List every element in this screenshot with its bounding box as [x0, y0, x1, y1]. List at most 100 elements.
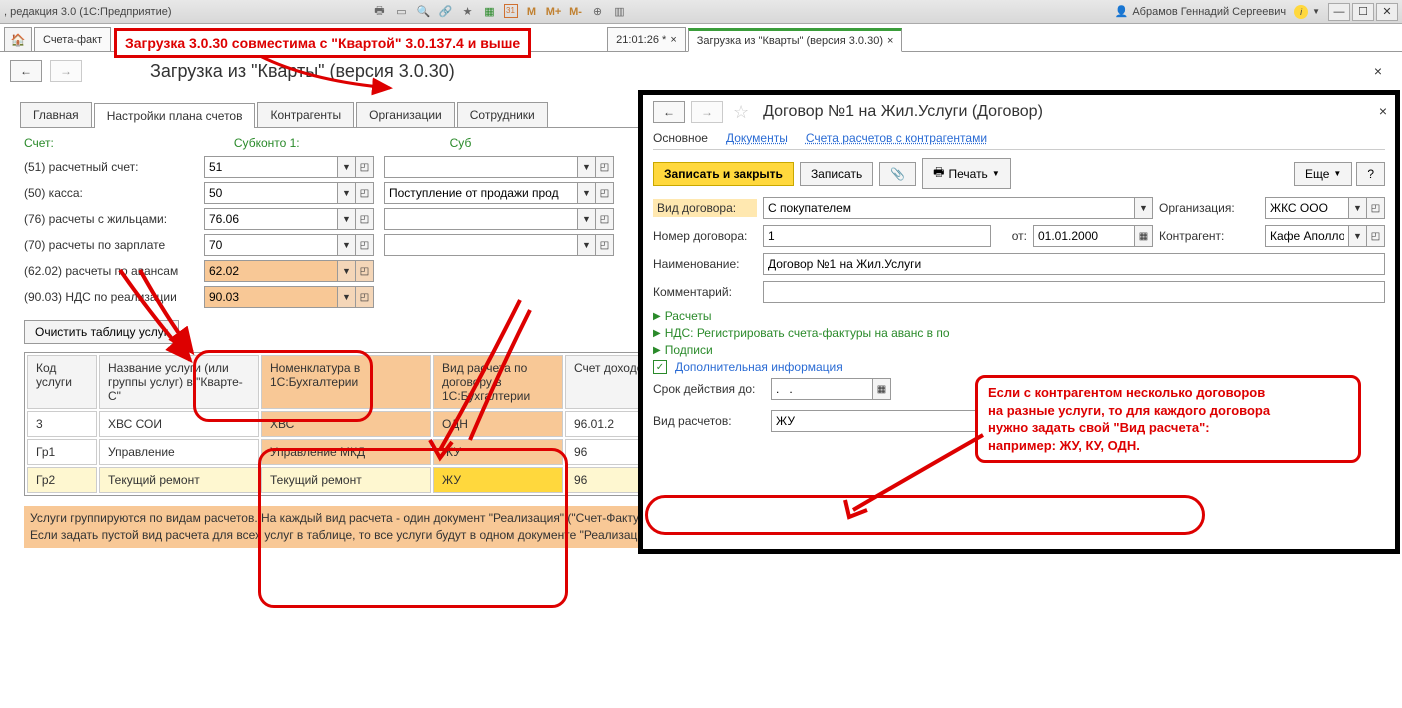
link-signatures[interactable]: ▶Подписи — [653, 343, 1385, 357]
field-70[interactable]: ▼◰ — [204, 234, 374, 256]
calendar-icon[interactable]: ▦ — [482, 4, 498, 20]
open-icon[interactable]: ◰ — [356, 286, 374, 308]
print-button[interactable]: 🖶Печать ▼ — [922, 158, 1011, 189]
doc-icon[interactable]: ▭ — [394, 4, 410, 20]
field-comm[interactable] — [763, 281, 1385, 303]
chevron-down-icon[interactable]: ▼ — [1135, 197, 1153, 219]
open-icon[interactable]: ◰ — [356, 156, 374, 178]
close-icon[interactable]: × — [887, 35, 893, 47]
dlg-tab-accounts[interactable]: Счета расчетов с контрагентами — [806, 131, 987, 145]
calendar-icon[interactable]: ▦ — [1135, 225, 1153, 247]
user-area[interactable]: 👤 Абрамов Геннадий Сергеевич i ▼ — [1115, 5, 1320, 19]
save-button[interactable]: Записать — [800, 162, 873, 186]
open-icon[interactable]: ◰ — [1367, 225, 1385, 247]
tab-contragents[interactable]: Контрагенты — [257, 102, 354, 127]
open-icon[interactable]: ◰ — [596, 182, 614, 204]
help-button[interactable]: ? — [1356, 162, 1385, 186]
chevron-down-icon[interactable]: ▼ — [338, 234, 356, 256]
link-icon[interactable]: 🔗 — [438, 4, 454, 20]
tab-invoices[interactable]: Счета-факт — [34, 27, 111, 51]
dialog-close-icon[interactable]: × — [1379, 103, 1387, 119]
chevron-down-icon[interactable]: ▼ — [338, 156, 356, 178]
annotation-highlight-vidr — [645, 495, 1205, 535]
field-org[interactable]: ▼◰ — [1265, 197, 1385, 219]
dlg-tab-docs[interactable]: Документы — [726, 131, 788, 145]
open-icon[interactable]: ◰ — [596, 156, 614, 178]
open-icon[interactable]: ◰ — [596, 208, 614, 230]
date-icon[interactable]: 31 — [504, 4, 518, 18]
field-51-sub1[interactable]: ▼◰ — [384, 156, 614, 178]
tab-time[interactable]: 21:01:26 *× — [607, 27, 686, 51]
info-icon[interactable]: i — [1294, 5, 1308, 19]
dropdown-icon[interactable]: ▼ — [1312, 7, 1320, 16]
back-button[interactable]: ← — [653, 101, 685, 123]
chevron-down-icon[interactable]: ▼ — [1349, 197, 1367, 219]
chevron-down-icon[interactable]: ▼ — [578, 182, 596, 204]
link-extra[interactable]: ✓Дополнительная информация — [653, 360, 1385, 374]
zoom-icon[interactable]: ⊕ — [590, 4, 606, 20]
field-76[interactable]: ▼◰ — [204, 208, 374, 230]
calendar-icon[interactable]: ▦ — [873, 378, 891, 400]
link-nds[interactable]: ▶НДС: Регистрировать счета-фактуры на ав… — [653, 326, 1385, 340]
page-close-icon[interactable]: × — [1374, 63, 1382, 79]
panel-icon[interactable]: ▥ — [612, 4, 628, 20]
chevron-down-icon[interactable]: ▼ — [578, 234, 596, 256]
forward-button[interactable]: → — [691, 101, 723, 123]
search-icon[interactable]: 🔍 — [416, 4, 432, 20]
field-srok[interactable]: ▦ — [771, 378, 891, 400]
m-minus-button[interactable]: M- — [568, 4, 584, 20]
clear-table-button[interactable]: Очистить таблицу услуг — [24, 320, 179, 344]
field-51[interactable]: ▼◰ — [204, 156, 374, 178]
open-icon[interactable]: ◰ — [356, 234, 374, 256]
field-50[interactable]: ▼◰ — [204, 182, 374, 204]
chevron-down-icon[interactable]: ▼ — [578, 156, 596, 178]
chevron-down-icon[interactable]: ▼ — [338, 286, 356, 308]
chevron-down-icon[interactable]: ▼ — [338, 260, 356, 282]
tab-employees[interactable]: Сотрудники — [457, 102, 548, 127]
forward-button[interactable]: → — [50, 60, 82, 82]
label-ctr: Контрагент: — [1159, 229, 1259, 243]
minimize-button[interactable]: — — [1328, 3, 1350, 21]
maximize-button[interactable]: ☐ — [1352, 3, 1374, 21]
more-button[interactable]: Еще ▼ — [1294, 162, 1352, 186]
field-76-sub1[interactable]: ▼◰ — [384, 208, 614, 230]
dlg-tab-main[interactable]: Основное — [653, 131, 708, 145]
back-button[interactable]: ← — [10, 60, 42, 82]
open-icon[interactable]: ◰ — [356, 208, 374, 230]
field-90[interactable]: ▼◰ — [204, 286, 374, 308]
annotation-version: Загрузка 3.0.30 совместима с "Квартой" 3… — [114, 28, 531, 58]
print-icon[interactable]: 🖶 — [372, 4, 388, 20]
field-name[interactable] — [763, 253, 1385, 275]
star-icon[interactable]: ★ — [460, 4, 476, 20]
field-70-sub1[interactable]: ▼◰ — [384, 234, 614, 256]
open-icon[interactable]: ◰ — [356, 260, 374, 282]
tab-kvarta[interactable]: Загрузка из "Кварты" (версия 3.0.30)× — [688, 28, 903, 52]
link-raschety[interactable]: ▶Расчеты — [653, 309, 1385, 323]
close-icon[interactable]: × — [670, 34, 676, 46]
chevron-down-icon[interactable]: ▼ — [338, 208, 356, 230]
m-plus-button[interactable]: M+ — [546, 4, 562, 20]
tab-orgs[interactable]: Организации — [356, 102, 455, 127]
chevron-down-icon[interactable]: ▼ — [338, 182, 356, 204]
field-62[interactable]: ▼◰ — [204, 260, 374, 282]
m-button[interactable]: M — [524, 4, 540, 20]
field-50-sub1[interactable]: ▼◰ — [384, 182, 614, 204]
home-button[interactable]: 🏠 — [4, 27, 32, 51]
star-icon[interactable]: ☆ — [733, 102, 749, 123]
label-ot: от: — [997, 229, 1027, 243]
chevron-down-icon[interactable]: ▼ — [578, 208, 596, 230]
tab-main[interactable]: Главная — [20, 102, 92, 127]
checkbox-icon[interactable]: ✓ — [653, 360, 667, 374]
field-vid[interactable]: ▼ — [763, 197, 1153, 219]
field-date[interactable]: ▦ — [1033, 225, 1153, 247]
chevron-down-icon[interactable]: ▼ — [1349, 225, 1367, 247]
tab-accounts[interactable]: Настройки плана счетов — [94, 103, 256, 128]
attach-button[interactable]: 📎 — [879, 162, 916, 186]
field-ctr[interactable]: ▼◰ — [1265, 225, 1385, 247]
open-icon[interactable]: ◰ — [1367, 197, 1385, 219]
field-num[interactable] — [763, 225, 991, 247]
open-icon[interactable]: ◰ — [596, 234, 614, 256]
open-icon[interactable]: ◰ — [356, 182, 374, 204]
close-button[interactable]: ✕ — [1376, 3, 1398, 21]
save-close-button[interactable]: Записать и закрыть — [653, 162, 794, 186]
